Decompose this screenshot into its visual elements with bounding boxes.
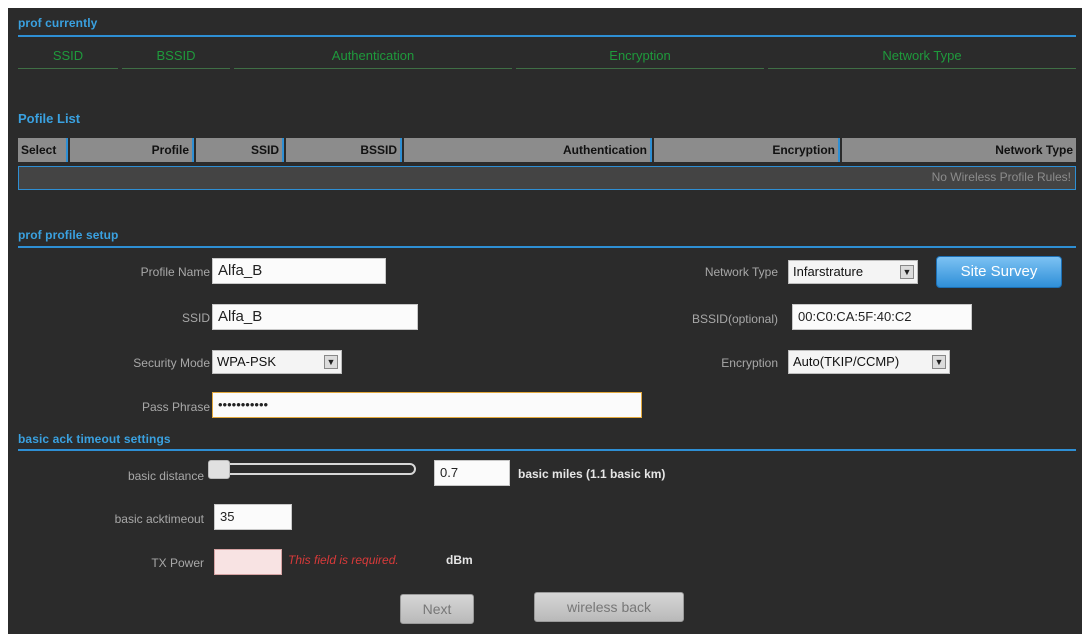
bssid-input[interactable]: 00:C0:CA:5F:40:C2 bbox=[792, 304, 972, 330]
next-button[interactable]: Next bbox=[400, 594, 474, 624]
profile-name-input[interactable]: Alfa_B bbox=[212, 258, 386, 284]
profile-list-body: No Wireless Profile Rules! bbox=[18, 166, 1076, 190]
profile-col-network-type: Network Type bbox=[842, 138, 1076, 162]
current-col-bssid: BSSID bbox=[122, 46, 230, 69]
tx-power-label: TX Power bbox=[151, 556, 204, 570]
profile-name-label: Profile Name bbox=[140, 265, 210, 279]
profile-list-title: Pofile List bbox=[18, 111, 81, 126]
acktimeout-label: basic acktimeout bbox=[114, 512, 204, 526]
distance-slider[interactable] bbox=[208, 463, 416, 475]
security-mode-select[interactable]: WPA-PSK ▼ bbox=[212, 350, 342, 374]
bssid-label: BSSID(optional) bbox=[691, 312, 778, 326]
current-col-encryption: Encryption bbox=[516, 46, 764, 69]
current-col-authentication: Authentication bbox=[234, 46, 512, 69]
ssid-input[interactable]: Alfa_B bbox=[212, 304, 418, 330]
section-divider bbox=[18, 35, 1076, 37]
distance-slider-handle[interactable] bbox=[208, 460, 230, 479]
pass-phrase-label: Pass Phrase bbox=[141, 400, 210, 414]
network-type-select[interactable]: Infarstrature ▼ bbox=[788, 260, 918, 284]
chevron-down-icon: ▼ bbox=[932, 355, 946, 369]
encryption-label: Encryption bbox=[721, 356, 778, 370]
pass-phrase-input[interactable]: ••••••••••• bbox=[212, 392, 642, 418]
network-type-label: Network Type bbox=[704, 265, 778, 279]
profile-col-bssid: BSSID bbox=[286, 138, 402, 162]
current-col-network-type: Network Type bbox=[768, 46, 1076, 69]
ack-timeout-title: basic ack timeout settings bbox=[18, 432, 171, 446]
ssid-label: SSID bbox=[181, 311, 210, 325]
distance-input[interactable]: 0.7 bbox=[434, 460, 510, 486]
wireless-back-button[interactable]: wireless back bbox=[534, 592, 684, 622]
tx-power-input[interactable] bbox=[214, 549, 282, 575]
current-connection-header: SSID BSSID Authentication Encryption Net… bbox=[18, 46, 1076, 69]
tx-power-error-text: This field is required. bbox=[288, 553, 399, 567]
encryption-value: Auto(TKIP/CCMP) bbox=[793, 354, 900, 369]
profile-list-header: Select Profile SSID BSSID Authentication… bbox=[18, 138, 1076, 162]
security-mode-value: WPA-PSK bbox=[217, 354, 276, 369]
chevron-down-icon: ▼ bbox=[324, 355, 338, 369]
acktimeout-input[interactable]: 35 bbox=[214, 504, 292, 530]
distance-unit-text: basic miles (1.1 basic km) bbox=[518, 467, 666, 481]
wireless-settings-panel: prof currently SSID BSSID Authentication… bbox=[8, 8, 1082, 634]
site-survey-button[interactable]: Site Survey bbox=[936, 256, 1062, 288]
profile-setup-title: prof profile setup bbox=[18, 228, 119, 242]
chevron-down-icon: ▼ bbox=[900, 265, 914, 279]
profile-col-select: Select bbox=[18, 138, 68, 162]
profile-col-ssid: SSID bbox=[196, 138, 284, 162]
profile-col-authentication: Authentication bbox=[404, 138, 652, 162]
section-divider bbox=[18, 449, 1076, 451]
section-divider bbox=[18, 246, 1076, 248]
current-connection-title: prof currently bbox=[18, 16, 98, 30]
profile-col-profile: Profile bbox=[70, 138, 194, 162]
network-type-value: Infarstrature bbox=[793, 264, 864, 279]
security-mode-label: Security Mode bbox=[133, 356, 210, 370]
tx-power-unit-text: dBm bbox=[446, 553, 473, 567]
profile-col-encryption: Encryption bbox=[654, 138, 840, 162]
profile-list-empty-text: No Wireless Profile Rules! bbox=[931, 170, 1071, 184]
current-col-ssid: SSID bbox=[18, 46, 118, 69]
encryption-select[interactable]: Auto(TKIP/CCMP) ▼ bbox=[788, 350, 950, 374]
distance-label: basic distance bbox=[127, 469, 204, 483]
